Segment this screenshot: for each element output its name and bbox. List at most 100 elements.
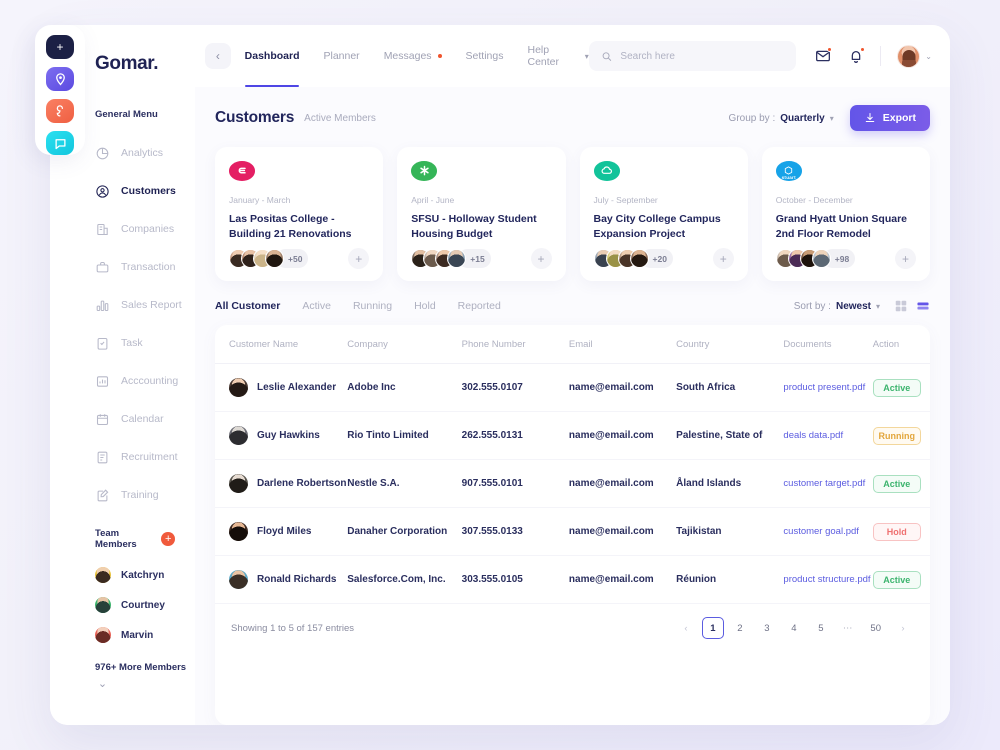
team-member-courtney[interactable]: Courtney [50,590,195,620]
table-row[interactable]: Ronald Richards Salesforce.Com, Inc. 303… [215,556,930,604]
project-card[interactable]: July - September Bay City College Campus… [580,147,748,281]
add-member-button[interactable]: + [531,248,552,269]
sort-by-dropdown[interactable]: Sort by : Newest ▾ [794,301,880,312]
project-card[interactable]: stuart October - December Grand Hyatt Un… [762,147,930,281]
sidebar-item-customers[interactable]: Customers [50,172,195,210]
filter-tab-hold[interactable]: Hold [414,300,436,312]
group-by-value: Quarterly [780,113,824,124]
column-header-email: Email [569,325,676,364]
add-member-button[interactable]: + [895,248,916,269]
project-cards: January - March Las Positas College - Bu… [215,147,930,281]
sidebar-item-accounting[interactable]: Acccounting [50,362,195,400]
group-by-dropdown[interactable]: Group by : Quarterly ▾ [729,113,834,124]
project-name: SFSU - Holloway Student Housing Budget [411,212,551,242]
sidebar-item-calendar[interactable]: Calendar [50,400,195,438]
eventbrite-logo [229,161,255,181]
pagination-page-4[interactable]: 4 [783,617,805,639]
pagination-page-5[interactable]: 5 [810,617,832,639]
avatar-stack[interactable]: +15 [411,249,490,268]
team-member-name: Courtney [121,600,165,611]
sidebar-item-label: Analytics [121,147,163,159]
tab-dashboard[interactable]: Dashboard [245,25,300,87]
filter-tab-active[interactable]: Active [302,300,331,312]
customer-filter-tabs: All Customer Active Running Hold Reporte… [215,300,501,312]
pagination-page-1[interactable]: 1 [702,617,724,639]
app-rail-app-purple[interactable] [46,67,74,91]
tab-settings[interactable]: Settings [466,25,504,87]
top-bar-actions: ⌄ [814,45,932,68]
team-member-marvin[interactable]: Marvin [50,620,195,650]
tab-help-center[interactable]: Help Center ▾ [528,25,589,87]
pagination-prev[interactable]: ‹ [675,617,697,639]
column-header-customer-name: Customer Name [215,325,347,364]
table-row[interactable]: Floyd Miles Danaher Corporation 307.555.… [215,508,930,556]
project-card[interactable]: April - June SFSU - Holloway Student Hou… [397,147,565,281]
column-header-phone-number: Phone Number [462,325,569,364]
table-row[interactable]: Guy Hawkins Rio Tinto Limited 262.555.01… [215,412,930,460]
column-header-documents: Documents [783,325,872,364]
collapse-sidebar-button[interactable]: ‹ [205,43,231,69]
avatar-stack[interactable]: +98 [776,249,855,268]
more-members-link[interactable]: 976+ More Members [50,662,195,673]
stuart-logo: stuart [776,161,802,181]
list-view-icon[interactable] [916,299,930,313]
customer-name: Guy Hawkins [257,430,320,441]
avatar [229,426,248,445]
sidebar-item-training[interactable]: Training [50,476,195,514]
customers-icon [95,184,110,199]
cell-phone: 907.555.0101 [462,460,569,508]
add-team-member-button[interactable]: + [161,532,175,546]
team-member-katchryn[interactable]: Katchryn [50,560,195,590]
pagination-last-page[interactable]: 50 [864,617,887,639]
pagination-page-3[interactable]: 3 [756,617,778,639]
filter-tab-reported[interactable]: Reported [458,300,501,312]
document-link[interactable]: customer goal.pdf [783,526,859,537]
app-rail-app-orange[interactable] [46,99,74,123]
document-link[interactable]: deals data.pdf [783,430,843,441]
document-link[interactable]: product present.pdf [783,382,865,393]
app-rail-add-workspace[interactable]: + [46,35,74,59]
add-member-button[interactable]: + [348,248,369,269]
grid-view-icon[interactable] [894,299,908,313]
filter-tab-running[interactable]: Running [353,300,392,312]
expand-members-chevron-icon[interactable]: ⌄ [50,677,195,690]
search-box[interactable] [589,41,796,71]
cell-action: Active [873,556,930,604]
export-button[interactable]: Export [850,105,930,131]
sidebar-item-recruitment[interactable]: Recruitment [50,438,195,476]
cell-country: Åland Islands [676,460,783,508]
profile-menu[interactable]: ⌄ [897,45,932,68]
sidebar-item-task[interactable]: Task [50,324,195,362]
bell-icon[interactable] [847,48,864,65]
main-area: ‹ Dashboard Planner Messages Settings He… [195,25,950,725]
avatar-stack[interactable]: +50 [229,249,308,268]
stuart-wordmark: stuart [782,175,796,180]
tab-messages[interactable]: Messages [384,25,442,87]
transaction-icon [95,260,110,275]
analytics-icon [95,146,110,161]
sidebar-item-label: Training [121,489,159,501]
pagination-page-2[interactable]: 2 [729,617,751,639]
search-input[interactable] [620,51,784,62]
filter-tab-all-customer[interactable]: All Customer [215,300,280,312]
tab-planner[interactable]: Planner [323,25,359,87]
project-card-footer: +98 + [776,248,916,269]
sidebar-item-companies[interactable]: Companies [50,210,195,248]
sidebar-item-transaction[interactable]: Transaction [50,248,195,286]
document-link[interactable]: customer target.pdf [783,478,865,489]
project-period: April - June [411,195,551,205]
avatar-stack[interactable]: +20 [594,249,673,268]
sidebar-item-sales-report[interactable]: Sales Report [50,286,195,324]
project-card[interactable]: January - March Las Positas College - Bu… [215,147,383,281]
app-rail-app-cyan[interactable] [46,131,74,155]
document-link[interactable]: product structure.pdf [783,574,870,585]
mail-icon[interactable] [814,48,831,65]
pagination-next[interactable]: › [892,617,914,639]
table-row[interactable]: Leslie Alexander Adobe Inc 302.555.0107 … [215,364,930,412]
add-member-button[interactable]: + [713,248,734,269]
cell-customer-name: Guy Hawkins [215,412,347,460]
recruitment-icon [95,450,110,465]
table-row[interactable]: Darlene Robertson Nestle S.A. 907.555.01… [215,460,930,508]
sidebar-item-label: Task [121,337,143,349]
app-rail: + [35,25,85,155]
